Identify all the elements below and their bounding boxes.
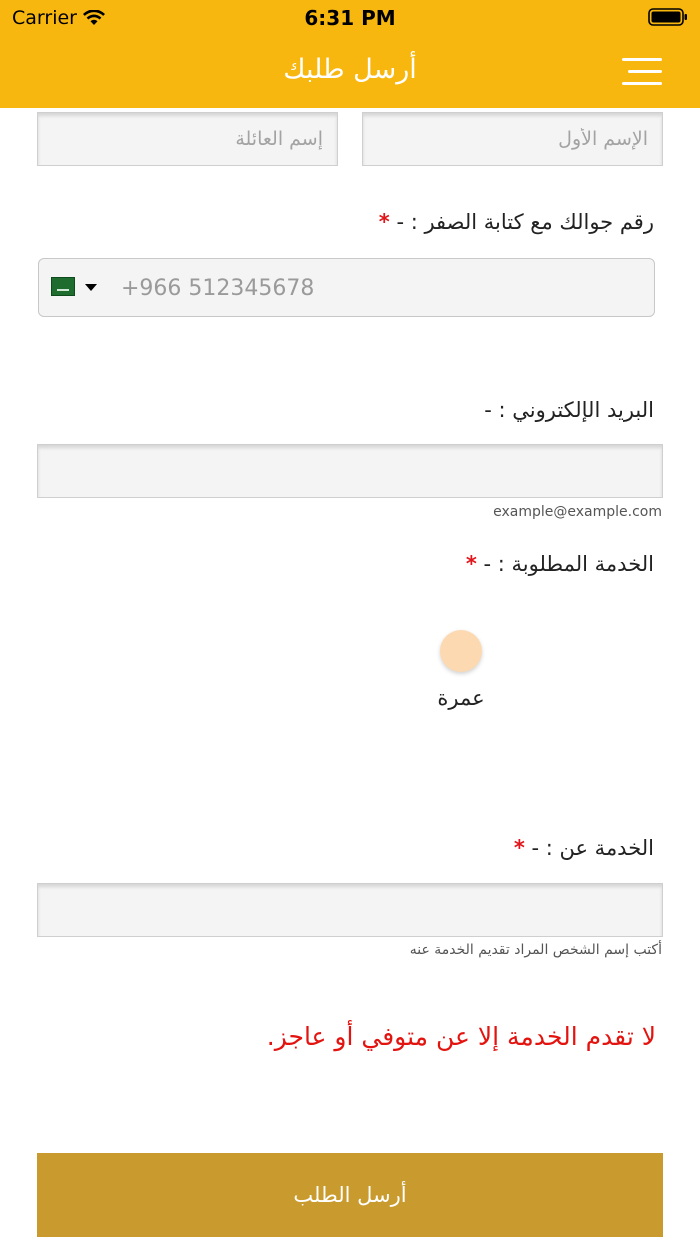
service-label: الخدمة المطلوبة : - * [466,552,654,576]
first-name-field[interactable] [362,112,663,166]
service-label-text: الخدمة المطلوبة : - [483,552,654,576]
service-for-field[interactable] [37,883,663,937]
hamburger-menu-icon[interactable] [622,56,662,86]
umrah-radio-label[interactable]: عمرة [400,686,522,710]
required-mark: * [513,836,525,860]
chevron-down-icon[interactable] [85,284,97,291]
status-bar: Carrier 6:31 PM [0,0,700,36]
email-label-text: البريد الإلكتروني : - [484,398,654,422]
header-bar: Carrier 6:31 PM أرسل طلبك [0,0,700,108]
email-hint: example@example.com [493,504,662,520]
warning-text: لا تقدم الخدمة إلا عن متوفي أو عاجز. [266,1022,656,1051]
page-title: أرسل طلبك [283,54,417,85]
phone-input[interactable] [119,259,644,318]
submit-button[interactable]: أرسل الطلب [37,1153,663,1237]
email-label: البريد الإلكتروني : - [484,398,654,422]
email-input[interactable] [38,445,662,497]
saudi-arabia-flag-icon[interactable] [51,277,75,296]
service-for-label: الخدمة عن : - * [514,836,654,860]
email-field[interactable] [37,444,663,498]
umrah-radio-button[interactable] [440,630,482,672]
status-time: 6:31 PM [304,6,396,30]
phone-label: رقم جوالك مع كتابة الصفر : - * [379,210,654,234]
required-mark: * [465,552,477,576]
last-name-field[interactable] [37,112,338,166]
phone-field[interactable] [38,258,655,318]
required-mark: * [378,210,390,234]
first-name-input[interactable] [363,113,662,165]
service-for-input[interactable] [38,884,662,936]
battery-icon [648,8,687,26]
last-name-input[interactable] [38,113,337,165]
phone-label-text: رقم جوالك مع كتابة الصفر : - [396,210,654,234]
service-for-hint: أكتب إسم الشخص المراد تقديم الخدمة عنه [409,942,662,958]
service-for-label-text: الخدمة عن : - [531,836,654,860]
